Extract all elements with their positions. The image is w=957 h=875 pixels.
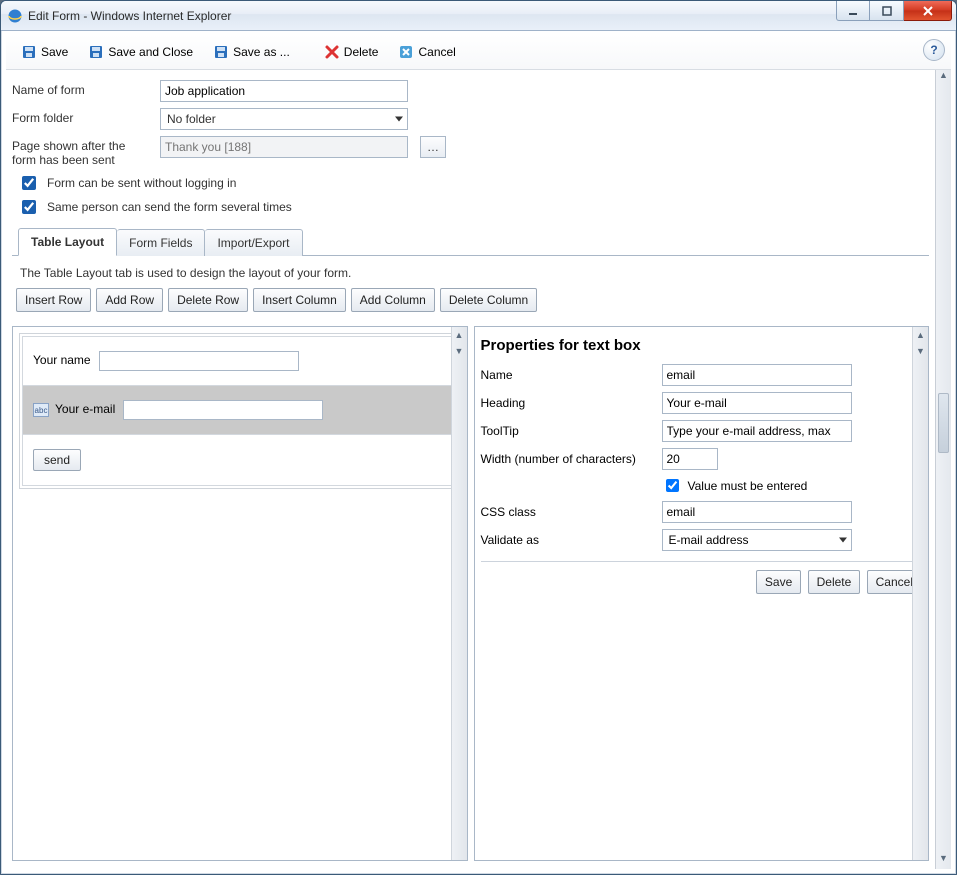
prop-heading-label: Heading — [481, 396, 656, 410]
cancel-button[interactable]: Cancel — [389, 39, 464, 65]
insert-row-button[interactable]: Insert Row — [16, 288, 91, 312]
page-scrollbar[interactable]: ▲ ▼ — [935, 70, 951, 869]
save-icon — [213, 44, 229, 60]
prop-name-label: Name — [481, 368, 656, 382]
chevron-down-icon — [839, 538, 847, 543]
table-row[interactable]: Your name — [23, 337, 458, 386]
save-as-label: Save as ... — [233, 45, 290, 59]
delete-label: Delete — [344, 45, 379, 59]
prop-tooltip-input[interactable] — [662, 420, 852, 442]
folder-label: Form folder — [12, 108, 152, 125]
properties-actions: Save Delete Cancel — [481, 561, 923, 594]
save-icon — [21, 44, 37, 60]
titlebar: Edit Form - Windows Internet Explorer — [1, 1, 956, 31]
window-title: Edit Form - Windows Internet Explorer — [28, 9, 231, 23]
table-row[interactable]: abc Your e-mail — [23, 386, 458, 435]
aftersend-label: Page shown after the form has been sent — [12, 136, 152, 167]
prop-css-input[interactable] — [662, 501, 852, 523]
anon-checkbox[interactable] — [22, 176, 36, 190]
preview-field-label: Your name — [33, 353, 91, 367]
content-wrap: Name of form Form folder No folder Page … — [6, 70, 951, 869]
tab-description: The Table Layout tab is used to design t… — [12, 256, 929, 288]
client-area: Save Save and Close Save as ... Delete — [1, 31, 956, 874]
delete-row-button[interactable]: Delete Row — [168, 288, 248, 312]
prop-tooltip-label: ToolTip — [481, 424, 656, 438]
split-pane: Your name abc Your e-mail — [6, 326, 935, 869]
prop-width-input[interactable] — [662, 448, 718, 470]
preview-table: Your name abc Your e-mail — [22, 336, 458, 486]
tab-import-export[interactable]: Import/Export — [205, 229, 302, 256]
prop-required-checkbox[interactable] — [666, 479, 679, 492]
delete-column-button[interactable]: Delete Column — [440, 288, 537, 312]
prop-validate-select[interactable]: E-mail address — [662, 529, 852, 551]
scroll-thumb[interactable] — [938, 393, 949, 453]
ie-window: Edit Form - Windows Internet Explorer Sa… — [0, 0, 957, 875]
save-close-label: Save and Close — [108, 45, 193, 59]
window-controls — [836, 1, 952, 21]
tabs: Table Layout Form Fields Import/Export — [12, 227, 929, 256]
scroll-down-icon: ▼ — [913, 343, 928, 359]
toolbar: Save Save and Close Save as ... Delete — [6, 35, 951, 70]
textbox-icon: abc — [33, 403, 49, 417]
prop-validate-label: Validate as — [481, 533, 656, 547]
save-label: Save — [41, 45, 68, 59]
prop-name-input[interactable] — [662, 364, 852, 386]
anon-label: Form can be sent without logging in — [47, 176, 236, 190]
minimize-button[interactable] — [836, 1, 870, 21]
ellipsis-icon: … — [427, 140, 439, 154]
scroll-down-icon: ▼ — [452, 343, 467, 359]
aftersend-input — [160, 136, 408, 158]
add-column-button[interactable]: Add Column — [351, 288, 435, 312]
table-row[interactable]: send — [23, 435, 458, 486]
prop-required-label: Value must be entered — [688, 479, 808, 493]
multi-checkbox[interactable] — [22, 200, 36, 214]
preview-table-wrapper: Your name abc Your e-mail — [19, 333, 461, 489]
preview-pane: Your name abc Your e-mail — [12, 326, 468, 861]
properties-scrollbar[interactable]: ▲ ▼ — [912, 327, 928, 860]
folder-value: No folder — [167, 112, 216, 126]
scroll-up-icon: ▲ — [936, 70, 951, 86]
help-button[interactable]: ? — [923, 39, 945, 61]
prop-save-button[interactable]: Save — [756, 570, 801, 594]
save-close-button[interactable]: Save and Close — [79, 39, 202, 65]
preview-email-input[interactable] — [123, 400, 323, 420]
save-icon — [88, 44, 104, 60]
browse-page-button[interactable]: … — [420, 136, 446, 158]
tab-table-layout[interactable]: Table Layout — [18, 228, 117, 256]
layout-button-row: Insert Row Add Row Delete Row Insert Col… — [12, 288, 929, 320]
properties-pane: Properties for text box Name Heading Too… — [474, 326, 930, 861]
add-row-button[interactable]: Add Row — [96, 288, 163, 312]
preview-send-button[interactable]: send — [33, 449, 81, 471]
cancel-label: Cancel — [418, 45, 455, 59]
scroll-down-icon: ▼ — [936, 853, 951, 869]
insert-column-button[interactable]: Insert Column — [253, 288, 346, 312]
tab-form-fields[interactable]: Form Fields — [117, 229, 205, 256]
prop-validate-value: E-mail address — [669, 533, 749, 547]
prop-width-label: Width (number of characters) — [481, 452, 656, 466]
form-meta: Name of form Form folder No folder Page … — [6, 70, 935, 326]
scroll-up-icon: ▲ — [452, 327, 467, 343]
delete-icon — [324, 44, 340, 60]
save-as-button[interactable]: Save as ... — [204, 39, 299, 65]
preview-field-label: Your e-mail — [55, 402, 115, 416]
chevron-down-icon — [395, 117, 403, 122]
multi-label: Same person can send the form several ti… — [47, 200, 292, 214]
prop-css-label: CSS class — [481, 505, 656, 519]
delete-button[interactable]: Delete — [315, 39, 388, 65]
ie-icon — [7, 8, 23, 24]
scroll-up-icon: ▲ — [913, 327, 928, 343]
form-name-input[interactable] — [160, 80, 408, 102]
close-button[interactable] — [904, 1, 952, 21]
prop-delete-button[interactable]: Delete — [808, 570, 861, 594]
preview-name-input[interactable] — [99, 351, 299, 371]
name-label: Name of form — [12, 80, 152, 97]
form-folder-select[interactable]: No folder — [160, 108, 408, 130]
save-button[interactable]: Save — [12, 39, 77, 65]
properties-title: Properties for text box — [481, 337, 923, 354]
maximize-button[interactable] — [870, 1, 904, 21]
preview-scrollbar[interactable]: ▲ ▼ — [451, 327, 467, 860]
cancel-icon — [398, 44, 414, 60]
prop-heading-input[interactable] — [662, 392, 852, 414]
